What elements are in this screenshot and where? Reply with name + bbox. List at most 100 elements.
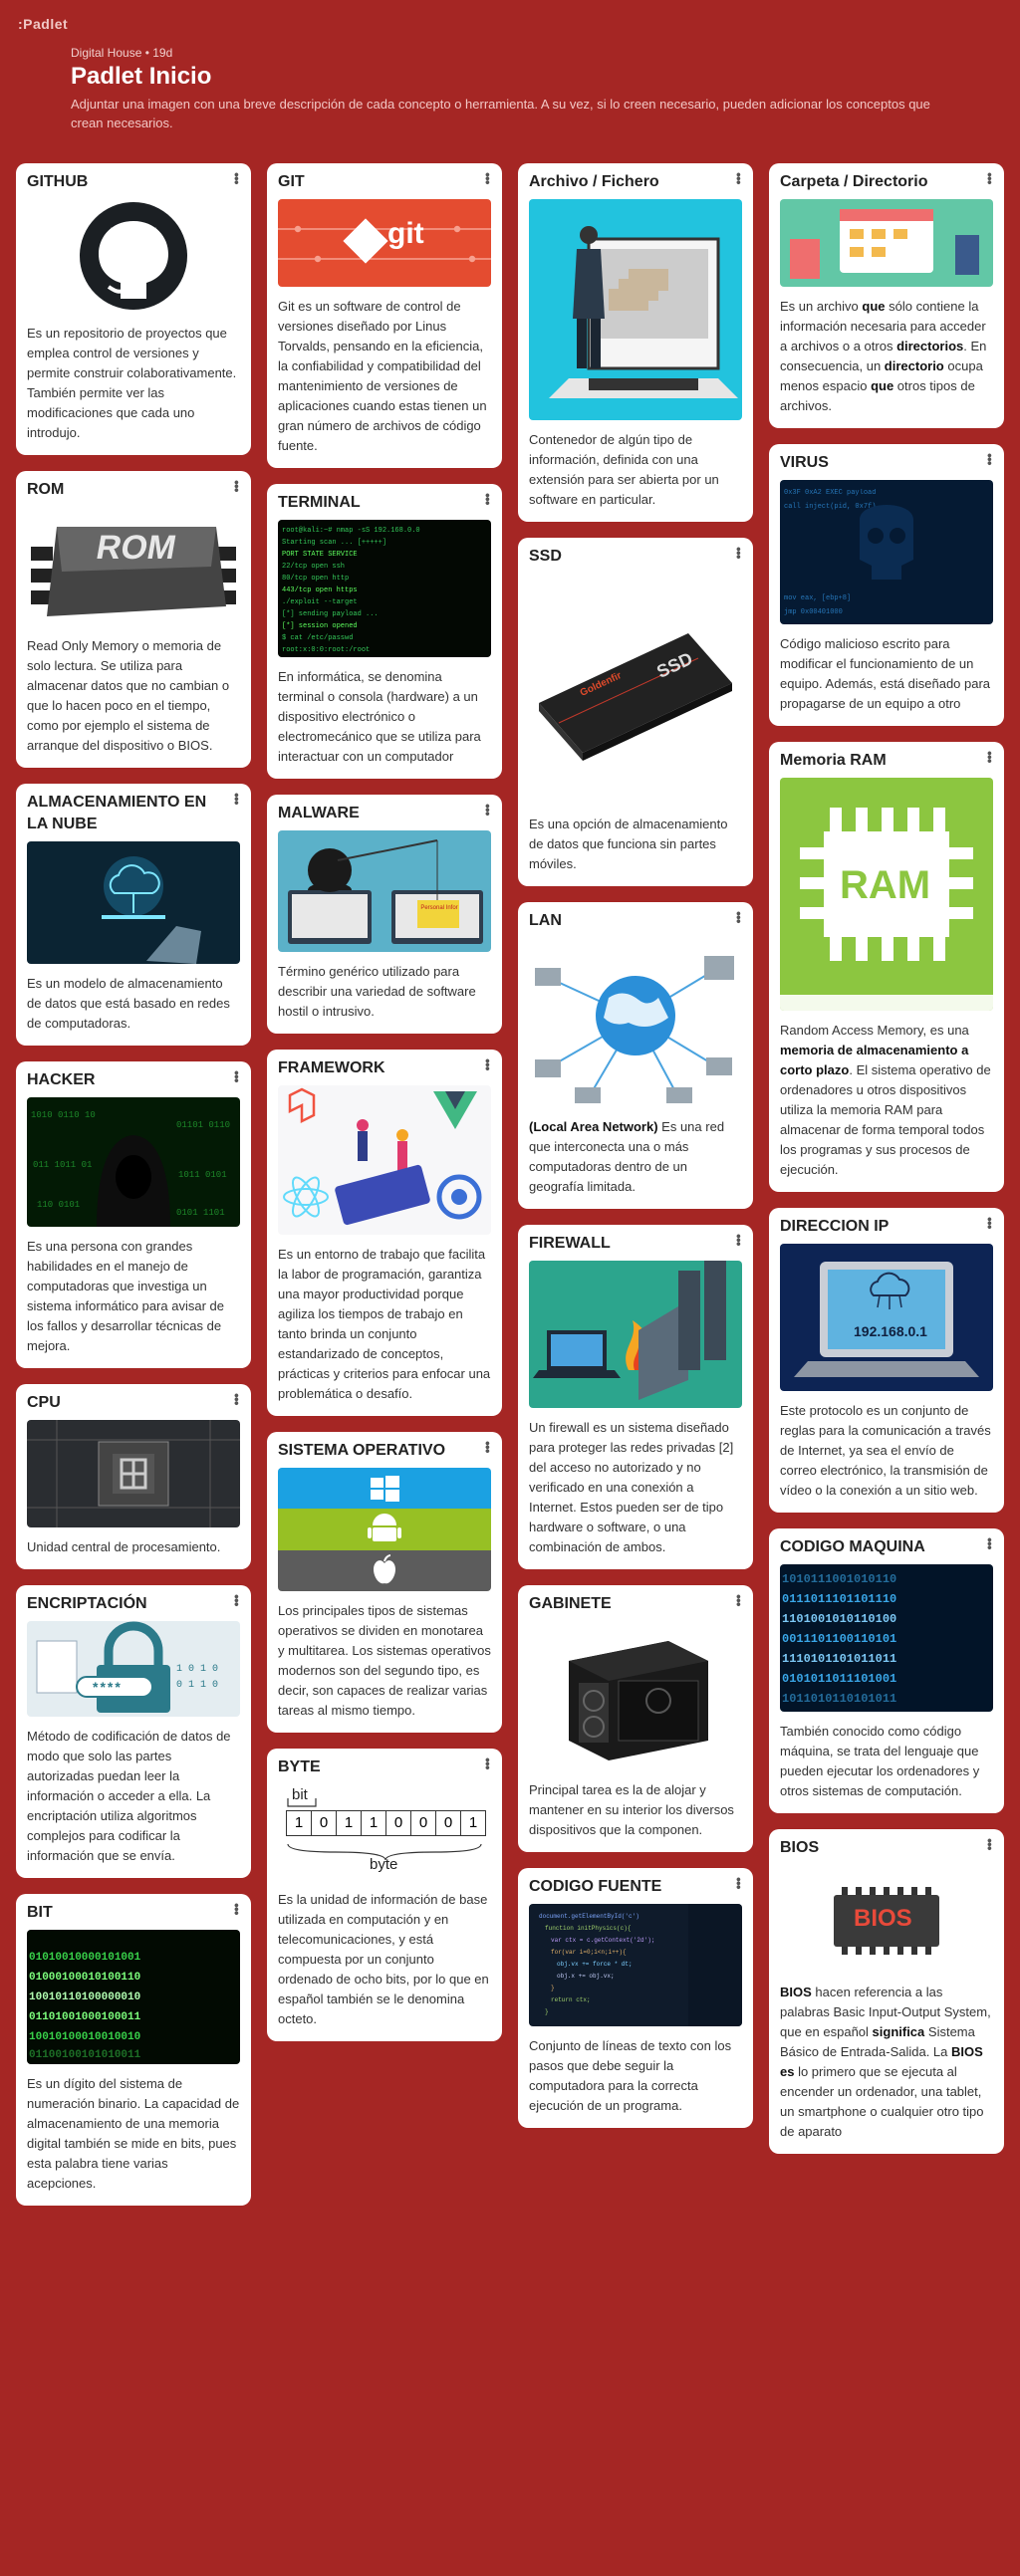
- author-name[interactable]: Digital House: [71, 46, 141, 60]
- svg-text:for(var i=0;i<n;i++){: for(var i=0;i<n;i++){: [551, 1949, 627, 1956]
- svg-text:011 1011 01: 011 1011 01: [33, 1160, 92, 1170]
- post-card-nube[interactable]: ALMACENAMIENTO EN LA NUBE ••• Es un mode…: [16, 784, 251, 1046]
- post-card-lan[interactable]: LAN ••• (Local Area Network) Es una red …: [518, 902, 753, 1209]
- more-options-icon[interactable]: •••: [480, 1058, 496, 1070]
- post-title: TERMINAL: [278, 494, 361, 511]
- post-card-codigomaquina[interactable]: CODIGO MAQUINA ••• 1010111001010110 01110…: [769, 1528, 1004, 1813]
- post-card-hacker[interactable]: HACKER ••• 1010 0110 10 01101 0110 011 101…: [16, 1061, 251, 1368]
- rom-chip-label: ROM: [93, 529, 179, 567]
- column-3: Archivo / Fichero ••• Contenedor de algú…: [518, 163, 753, 2144]
- more-options-icon[interactable]: •••: [229, 172, 245, 184]
- post-card-framework[interactable]: FRAMEWORK ••• Es un entorno de trabajo q…: [267, 1050, 502, 1416]
- post-title: MALWARE: [278, 805, 360, 821]
- post-card-virus[interactable]: VIRUS ••• 0x3F 0xA2 EXEC payload call inj…: [769, 444, 1004, 726]
- svg-text:[*] sending payload ...: [*] sending payload ...: [282, 610, 379, 618]
- post-title: DIRECCION IP: [780, 1218, 890, 1235]
- malware-data-label: Personal Infor: [420, 905, 458, 911]
- padlet-logo[interactable]: :Padlet: [18, 16, 68, 32]
- post-card-ram[interactable]: Memoria RAM ••• RAM Random Access Memory…: [769, 742, 1004, 1192]
- post-card-archivo[interactable]: Archivo / Fichero ••• Contenedor de algú…: [518, 163, 753, 522]
- post-card-cpu[interactable]: CPU ••• Unidad central de procesamiento.: [16, 1384, 251, 1569]
- text-run: Es un archivo: [780, 299, 863, 314]
- svg-text:call inject(pid, 0x7f): call inject(pid, 0x7f): [784, 503, 876, 511]
- post-card-bit[interactable]: BIT ••• 01010010000101001 010001000101001…: [16, 1894, 251, 2206]
- more-options-icon[interactable]: •••: [229, 1594, 245, 1606]
- more-options-icon[interactable]: •••: [480, 493, 496, 505]
- post-body: (Local Area Network) Es una red que inte…: [529, 1117, 742, 1197]
- post-title: Memoria RAM: [780, 752, 887, 769]
- svg-text:var ctx = c.getContext('2d');: var ctx = c.getContext('2d');: [551, 1937, 654, 1944]
- post-title: BYTE: [278, 1758, 321, 1775]
- post-body: Es un archivo que sólo contiene la infor…: [780, 297, 993, 416]
- post-body: Contenedor de algún tipo de información,…: [529, 432, 719, 507]
- bios-chip-image: BIOS: [780, 1865, 993, 1973]
- more-options-icon[interactable]: •••: [731, 1234, 747, 1246]
- more-options-icon[interactable]: •••: [480, 1757, 496, 1769]
- more-options-icon[interactable]: •••: [982, 751, 998, 763]
- post-card-carpeta[interactable]: Carpeta / Directorio ••• Es un archivo q…: [769, 163, 1004, 428]
- more-options-icon[interactable]: •••: [982, 1217, 998, 1229]
- more-options-icon[interactable]: •••: [982, 453, 998, 465]
- more-options-icon[interactable]: •••: [480, 1441, 496, 1453]
- svg-text:01000100010100110: 01000100010100110: [29, 1972, 140, 1984]
- svg-text:$ cat /etc/passwd: $ cat /etc/passwd: [282, 634, 353, 642]
- git-logo-label: git: [387, 217, 424, 250]
- post-card-so[interactable]: SISTEMA OPERATIVO ••• Los principales ti…: [267, 1432, 502, 1733]
- more-options-icon[interactable]: •••: [731, 172, 747, 184]
- more-options-icon[interactable]: •••: [229, 480, 245, 492]
- post-card-codigofuente[interactable]: CODIGO FUENTE ••• document.getElementByI…: [518, 1868, 753, 2128]
- bold-run: directorios: [896, 339, 964, 353]
- post-body: Unidad central de procesamiento.: [27, 1539, 221, 1554]
- post-card-malware[interactable]: MALWARE ••• Personal Infor Término genér…: [267, 795, 502, 1034]
- post-title: CODIGO MAQUINA: [780, 1538, 925, 1555]
- post-card-rom[interactable]: ROM ••• ROM Read Only Memory o memoria d…: [16, 471, 251, 768]
- more-options-icon[interactable]: •••: [731, 547, 747, 559]
- more-options-icon[interactable]: •••: [480, 172, 496, 184]
- more-options-icon[interactable]: •••: [982, 1838, 998, 1850]
- post-title: Archivo / Fichero: [529, 173, 659, 190]
- post-card-terminal[interactable]: TERMINAL ••• root@kali:~# nmap -sS 192.1…: [267, 484, 502, 779]
- post-title: HACKER: [27, 1071, 96, 1088]
- post-card-firewall[interactable]: FIREWALL ••• Un firewall es un sistema d…: [518, 1225, 753, 1569]
- bold-run: significa: [872, 2024, 925, 2039]
- more-options-icon[interactable]: •••: [229, 1903, 245, 1915]
- post-card-bios[interactable]: BIOS ••• BIOS BIOS hacen referencia a la…: [769, 1829, 1004, 2154]
- post-body: Es la unidad de información de base util…: [278, 1892, 489, 2026]
- post-card-byte[interactable]: BYTE ••• bit 1 0 1 1 0 0 0 1 byte Es la …: [267, 1749, 502, 2041]
- lan-acronym: (Local Area Network): [529, 1119, 658, 1134]
- svg-text:function initPhysics(c){: function initPhysics(c){: [545, 1925, 632, 1932]
- svg-text:document.getElementById('c'): document.getElementById('c'): [539, 1913, 639, 1920]
- post-title: CPU: [27, 1394, 61, 1411]
- more-options-icon[interactable]: •••: [229, 1070, 245, 1082]
- post-card-ip[interactable]: DIRECCION IP ••• 192.168.0.1 Este protoc…: [769, 1208, 1004, 1513]
- post-title: FIREWALL: [529, 1235, 611, 1252]
- post-title: GIT: [278, 173, 305, 190]
- more-options-icon[interactable]: •••: [229, 1393, 245, 1405]
- post-card-ssd[interactable]: SSD ••• Goldenfir SSD Es una opción de a…: [518, 538, 753, 886]
- more-options-icon[interactable]: •••: [982, 1537, 998, 1549]
- svg-text:}: }: [551, 1985, 555, 1991]
- svg-text:0 1 1 0: 0 1 1 0: [176, 1680, 218, 1691]
- svg-text:1 0 1 0: 1 0 1 0: [176, 1664, 218, 1675]
- more-options-icon[interactable]: •••: [731, 1594, 747, 1606]
- post-body: Git es un software de control de version…: [278, 299, 487, 453]
- more-options-icon[interactable]: •••: [982, 172, 998, 184]
- machine-code-image: 1010111001010110 0111011101101110 11010010…: [780, 1564, 993, 1712]
- more-options-icon[interactable]: •••: [731, 1877, 747, 1889]
- post-card-github[interactable]: GITHUB ••• Es un repositorio de proyecto…: [16, 163, 251, 455]
- more-options-icon[interactable]: •••: [731, 911, 747, 923]
- post-card-encriptacion[interactable]: ENCRIPTACIÓN ••• 1 0 1 0 0 1 1 0 **** Mét…: [16, 1585, 251, 1878]
- svg-text:return ctx;: return ctx;: [551, 1996, 591, 2003]
- board-description: Adjuntar una imagen con una breve descri…: [71, 97, 930, 130]
- svg-text:0101011011101001: 0101011011101001: [782, 1672, 896, 1686]
- post-card-git[interactable]: GIT ••• git Git es un software de contro…: [267, 163, 502, 468]
- svg-text:0x3F 0xA2 EXEC payload: 0x3F 0xA2 EXEC payload: [784, 489, 876, 497]
- more-options-icon[interactable]: •••: [480, 804, 496, 816]
- post-card-gabinete[interactable]: GABINETE ••• Principal tarea es la de al…: [518, 1585, 753, 1852]
- svg-text:1011010110101011: 1011010110101011: [782, 1692, 896, 1706]
- post-title: ROM: [27, 481, 65, 498]
- more-options-icon[interactable]: •••: [229, 793, 245, 805]
- column-1: GITHUB ••• Es un repositorio de proyecto…: [16, 163, 251, 2222]
- post-body: Es un modelo de almacenamiento de datos …: [27, 976, 230, 1031]
- post-title: GITHUB: [27, 173, 89, 190]
